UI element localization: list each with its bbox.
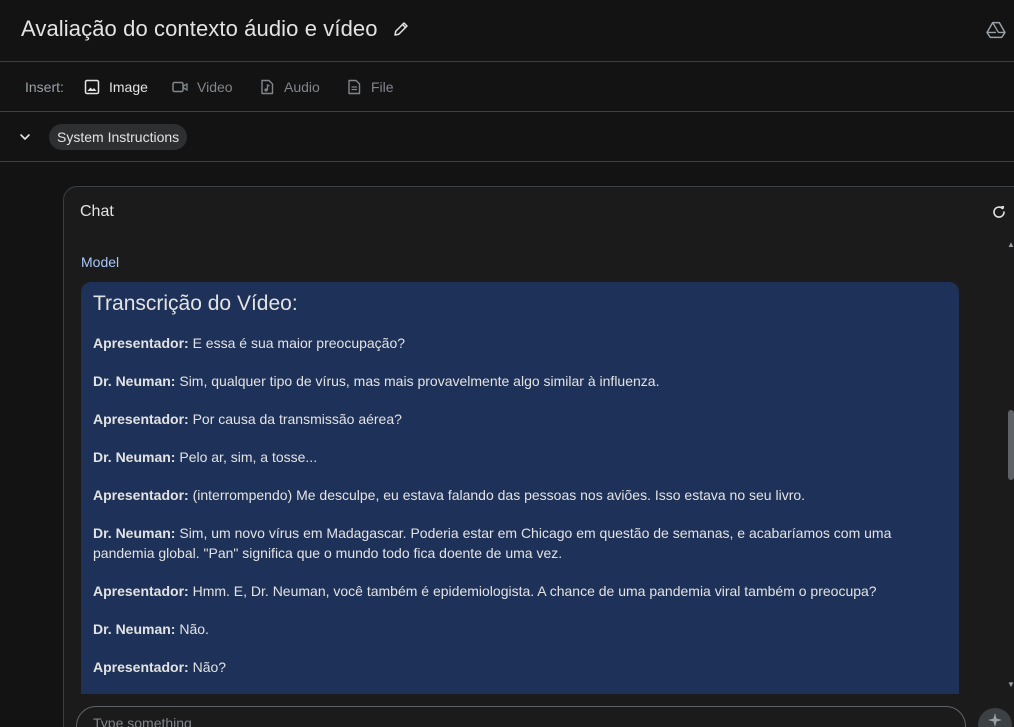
transcript-line: Dr. Neuman: Sim, qualquer tipo de vírus,… (93, 371, 947, 391)
insert-image-label: Image (109, 79, 148, 95)
scroll-down-arrow-icon[interactable]: ▼ (1007, 680, 1014, 689)
refresh-icon[interactable] (991, 204, 1007, 220)
insert-toolbar: Insert: Image Video Audio File (0, 62, 1014, 112)
system-instructions-bar: System Instructions (0, 112, 1014, 162)
model-role-label: Model (81, 254, 120, 270)
speech-text: Por causa da transmissão aérea? (192, 411, 402, 427)
speaker-name: Apresentador: (93, 335, 189, 351)
speaker-name: Dr. Neuman: (93, 373, 176, 389)
page-title: Avaliação do contexto áudio e vídeo (21, 16, 378, 41)
transcript-line: Apresentador: Por causa da transmissão a… (93, 409, 947, 429)
transcript-line: Apresentador: Não? (93, 657, 947, 677)
insert-video-label: Video (197, 79, 233, 95)
scroll-up-arrow-icon[interactable]: ▲ (1007, 240, 1014, 249)
video-icon (172, 81, 188, 93)
transcript-line: Dr. Neuman: Não. (93, 619, 947, 639)
chevron-down-icon[interactable] (17, 129, 33, 145)
insert-file-button[interactable]: File (346, 76, 394, 98)
edit-pencil-icon[interactable] (392, 20, 410, 38)
sparkle-icon (988, 713, 1002, 727)
transcript-line: Dr. Neuman: Sim, um novo vírus em Madaga… (93, 523, 947, 563)
chat-panel: Chat Model Transcrição do Vídeo: Apresen… (63, 186, 1014, 727)
speech-text: E essa é sua maior preocupação? (192, 335, 406, 351)
scrollbar-thumb[interactable] (1008, 410, 1014, 480)
system-instructions-chip[interactable]: System Instructions (49, 124, 188, 150)
title-bar: Avaliação do contexto áudio e vídeo (0, 0, 1014, 62)
file-icon (348, 79, 361, 95)
speaker-name: Apresentador: (93, 411, 189, 427)
speaker-name: Dr. Neuman: (93, 621, 176, 637)
insert-file-label: File (371, 79, 394, 95)
insert-audio-button[interactable]: Audio (259, 76, 320, 98)
speaker-name: Apresentador: (93, 487, 189, 503)
speech-text: Pelo ar, sim, a tosse... (179, 449, 318, 465)
chat-title: Chat (80, 203, 114, 220)
prompt-input[interactable] (93, 715, 943, 727)
insert-audio-label: Audio (284, 79, 320, 95)
speech-text: Sim, qualquer tipo de vírus, mas mais pr… (179, 373, 660, 389)
speech-text: Sim, um novo vírus em Madagascar. Poderi… (93, 525, 892, 561)
speech-text: Não. (179, 621, 209, 637)
speech-text: (interrompendo) Me desculpe, eu estava f… (192, 487, 806, 503)
transcript-heading: Transcrição do Vídeo: (93, 292, 298, 315)
speech-text: Não? (192, 659, 227, 675)
prompt-input-container (76, 706, 966, 727)
transcript-line: Apresentador: (interrompendo) Me desculp… (93, 485, 947, 505)
drive-icon[interactable] (986, 21, 1006, 39)
insert-label: Insert: (25, 79, 64, 95)
speaker-name: Dr. Neuman: (93, 525, 176, 541)
speaker-name: Apresentador: (93, 583, 189, 599)
speaker-name: Apresentador: (93, 659, 189, 675)
speech-text: Hmm. E, Dr. Neuman, você também é epidem… (192, 583, 877, 599)
insert-image-button[interactable]: Image (84, 76, 148, 98)
transcript-line: Apresentador: E essa é sua maior preocup… (93, 333, 947, 353)
image-icon (84, 79, 100, 95)
audio-icon (261, 79, 274, 95)
transcript-line: Apresentador: Hmm. E, Dr. Neuman, você t… (93, 581, 947, 601)
speaker-name: Dr. Neuman: (93, 449, 176, 465)
model-message: Transcrição do Vídeo: Apresentador: E es… (81, 282, 959, 694)
insert-video-button[interactable]: Video (172, 76, 233, 98)
transcript-line: Dr. Neuman: Pelo ar, sim, a tosse... (93, 447, 947, 467)
